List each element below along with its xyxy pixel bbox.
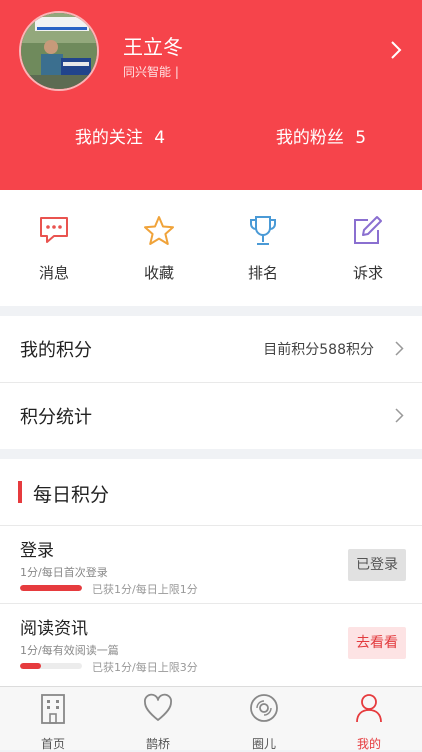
chevron-right-icon (395, 408, 404, 427)
trophy-icon (210, 214, 316, 248)
points-stats-label: 积分统计 (20, 407, 92, 428)
tab-label: 鹊桥 (145, 737, 170, 751)
task-progress-text: 已获1分/每日上限3分 (92, 661, 198, 674)
action-label: 收藏 (143, 264, 174, 282)
tab-circle[interactable]: 圈儿 (211, 693, 317, 752)
followers-label: 我的粉丝 (275, 128, 344, 148)
tab-label: 圈儿 (251, 737, 276, 751)
task-progress-text: 已获1分/每日上限1分 (92, 583, 198, 596)
followers-stat[interactable]: 我的粉丝 5 (241, 123, 401, 148)
profile-header: 王立冬 同兴智能 | 我的关注 4 我的粉丝 5 (0, 0, 422, 190)
disc-icon (211, 693, 317, 725)
task-progress-bar (20, 585, 82, 591)
task-subtitle: 1分/每有效阅读一篇 (20, 644, 119, 657)
daily-points-title: 每日积分 (33, 484, 110, 506)
following-stat[interactable]: 我的关注 4 (40, 123, 200, 148)
task-subtitle: 1分/每日首次登录 (20, 566, 108, 579)
message-icon (1, 214, 107, 248)
task-progress-bar (20, 663, 82, 669)
action-label: 消息 (38, 264, 69, 282)
user-icon (316, 693, 422, 725)
following-count: 4 (154, 128, 166, 148)
task-progress-fill (20, 585, 82, 591)
tab-label: 我的 (356, 737, 381, 751)
tab-mine[interactable]: 我的 (316, 693, 422, 752)
points-stats-row[interactable]: 积分统计 (0, 383, 422, 449)
action-appeal[interactable]: 诉求 (315, 214, 421, 283)
following-label: 我的关注 (74, 128, 143, 148)
go-read-button[interactable]: 去看看 (348, 627, 406, 659)
task-login: 登录 1分/每日首次登录 已获1分/每日上限1分 已登录 (0, 526, 422, 604)
heart-icon (105, 693, 211, 725)
followers-count: 5 (355, 128, 367, 148)
chevron-right-icon[interactable] (390, 40, 402, 64)
my-points-value: 目前积分588积分 (263, 342, 374, 358)
task-reading: 阅读资讯 1分/每有效阅读一篇 已获1分/每日上限3分 去看看 (0, 604, 422, 682)
daily-points-section: 每日积分 登录 1分/每日首次登录 已获1分/每日上限1分 已登录 阅读资讯 1… (0, 459, 422, 689)
tab-home[interactable]: 首页 (0, 693, 106, 752)
section-accent-bar (18, 481, 22, 503)
building-icon (0, 693, 106, 725)
star-icon (106, 214, 212, 248)
chevron-right-icon (395, 341, 404, 360)
action-favorites[interactable]: 收藏 (106, 214, 212, 283)
action-ranking[interactable]: 排名 (210, 214, 316, 283)
edit-icon (315, 214, 421, 248)
tab-label: 首页 (40, 737, 65, 751)
action-message[interactable]: 消息 (1, 214, 107, 283)
task-done-button[interactable]: 已登录 (348, 549, 406, 581)
avatar[interactable] (19, 11, 99, 91)
quick-actions: 消息 收藏 排名 诉求 (0, 190, 422, 306)
tab-bar: 首页 鹊桥 圈儿 我的 (0, 686, 422, 752)
tab-bridge[interactable]: 鹊桥 (105, 693, 211, 752)
task-progress-fill (20, 663, 41, 669)
task-title: 登录 (20, 541, 54, 561)
daily-points-header: 每日积分 (0, 459, 422, 525)
profile-name: 王立冬 (123, 35, 183, 59)
profile-organization: 同兴智能 | (123, 65, 179, 79)
action-label: 诉求 (352, 264, 383, 282)
task-title: 阅读资讯 (20, 619, 88, 639)
action-label: 排名 (247, 264, 278, 282)
my-points-row[interactable]: 我的积分 目前积分588积分 (0, 316, 422, 382)
my-points-label: 我的积分 (20, 340, 92, 361)
